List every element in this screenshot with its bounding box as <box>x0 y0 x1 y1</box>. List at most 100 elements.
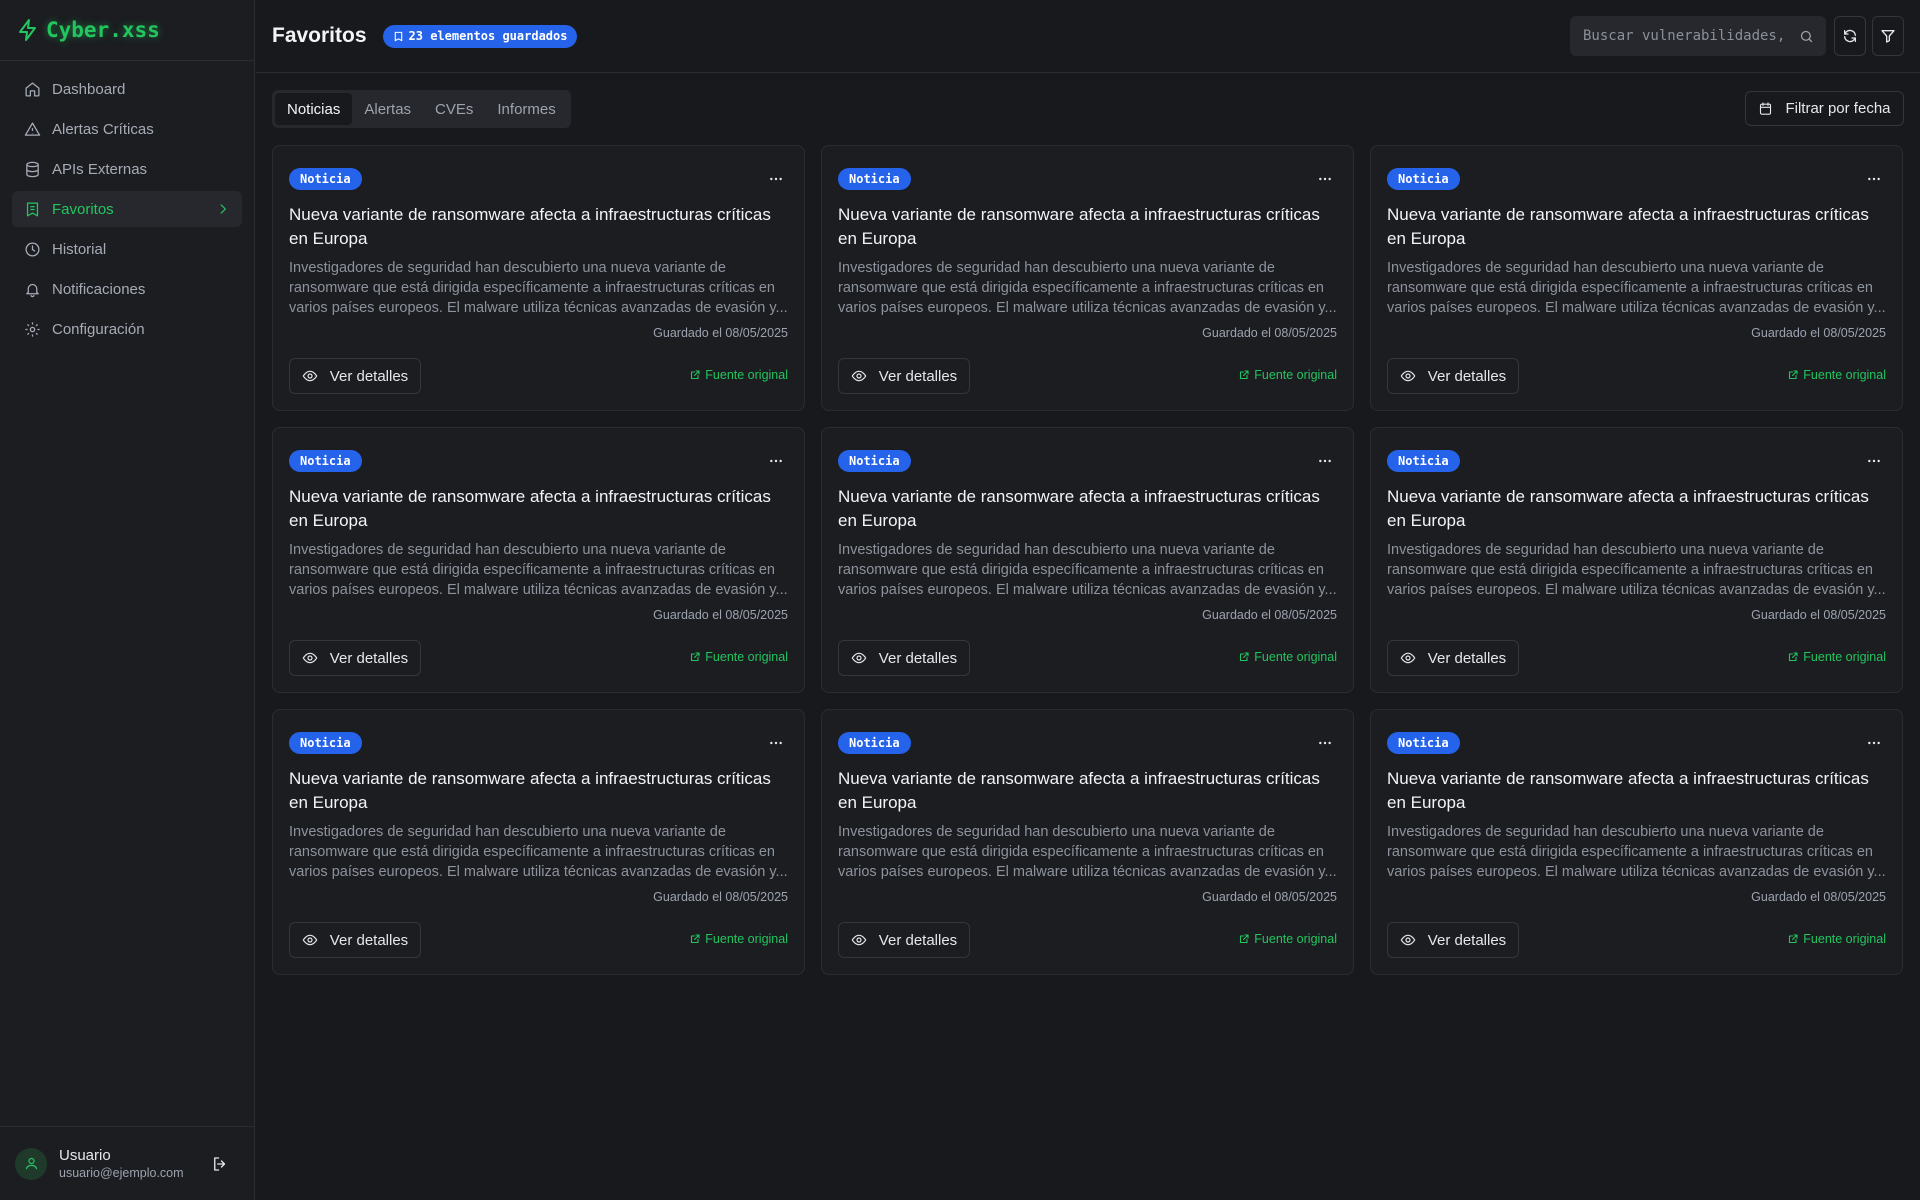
clock-icon <box>25 241 40 257</box>
more-options-button[interactable] <box>764 168 788 190</box>
source-link[interactable]: Fuente original <box>1238 932 1337 946</box>
more-options-button[interactable] <box>1862 732 1886 754</box>
card-title[interactable]: Nueva variante de ransomware afecta a in… <box>289 203 788 251</box>
more-options-button[interactable] <box>1862 168 1886 190</box>
favorite-card: Noticia Nueva variante de ransomware afe… <box>821 427 1354 693</box>
card-title[interactable]: Nueva variante de ransomware afecta a in… <box>1387 203 1886 251</box>
tab-alertas[interactable]: Alertas <box>352 93 423 125</box>
more-options-button[interactable] <box>1313 732 1337 754</box>
saved-count-label: 23 elementos guardados <box>408 29 568 43</box>
card-title[interactable]: Nueva variante de ransomware afecta a in… <box>1387 485 1886 533</box>
card-title[interactable]: Nueva variante de ransomware afecta a in… <box>838 485 1337 533</box>
favorite-card: Noticia Nueva variante de ransomware afe… <box>1370 709 1903 975</box>
view-details-label: Ver detalles <box>878 649 958 667</box>
view-details-label: Ver detalles <box>878 367 958 385</box>
view-details-button[interactable]: Ver detalles <box>838 922 970 958</box>
external-link-icon <box>691 934 700 944</box>
source-link[interactable]: Fuente original <box>689 650 788 664</box>
more-horizontal-icon <box>1319 459 1331 463</box>
source-link[interactable]: Fuente original <box>1238 368 1337 382</box>
view-details-button[interactable]: Ver detalles <box>289 640 421 676</box>
avatar[interactable] <box>15 1147 47 1180</box>
source-link[interactable]: Fuente original <box>689 932 788 946</box>
source-link[interactable]: Fuente original <box>1787 932 1886 946</box>
eye-icon <box>302 934 318 946</box>
source-link[interactable]: Fuente original <box>1787 368 1886 382</box>
sidebar-item-dashboard[interactable]: Dashboard <box>12 71 242 107</box>
sidebar-item-label: Dashboard <box>52 80 126 98</box>
external-link-icon <box>1789 934 1798 944</box>
view-details-button[interactable]: Ver detalles <box>1387 922 1519 958</box>
more-options-button[interactable] <box>764 732 788 754</box>
source-link-label: Fuente original <box>705 932 788 946</box>
view-details-label: Ver detalles <box>1427 367 1507 385</box>
external-link-icon <box>1240 370 1249 380</box>
view-details-button[interactable]: Ver detalles <box>289 922 421 958</box>
source-link[interactable]: Fuente original <box>1787 650 1886 664</box>
view-details-label: Ver detalles <box>329 649 409 667</box>
date-filter-button[interactable]: Filtrar por fecha <box>1745 91 1904 126</box>
more-horizontal-icon <box>1868 177 1880 181</box>
chevron-right-icon <box>220 204 227 214</box>
view-details-button[interactable]: Ver detalles <box>289 358 421 394</box>
sidebar-item-label: Configuración <box>52 320 145 338</box>
more-horizontal-icon <box>770 741 782 745</box>
sidebar-item-notificaciones[interactable]: Notificaciones <box>12 271 242 307</box>
alert-triangle-icon <box>24 121 41 136</box>
card-description: Investigadores de seguridad han descubie… <box>289 260 788 316</box>
view-details-button[interactable]: Ver detalles <box>1387 640 1519 676</box>
sidebar-item-favoritos[interactable]: Favoritos <box>12 191 242 227</box>
brand[interactable]: Cyber.xss <box>0 0 254 61</box>
tab-cves[interactable]: CVEs <box>423 93 485 125</box>
tab-noticias[interactable]: Noticias <box>275 93 353 125</box>
external-link-icon <box>691 652 700 662</box>
sidebar-item-apis-externas[interactable]: APIs Externas <box>12 151 242 187</box>
sidebar-item-label: Notificaciones <box>52 280 146 298</box>
source-link[interactable]: Fuente original <box>1238 650 1337 664</box>
external-link-icon <box>1240 934 1249 944</box>
eye-icon <box>851 652 867 664</box>
card-title[interactable]: Nueva variante de ransomware afecta a in… <box>289 767 788 815</box>
source-link-label: Fuente original <box>705 650 788 664</box>
tab-informes[interactable]: Informes <box>485 93 567 125</box>
bookmark-icon <box>26 201 39 217</box>
view-details-label: Ver detalles <box>878 931 958 949</box>
more-horizontal-icon <box>1868 741 1880 745</box>
external-link-icon <box>1240 652 1249 662</box>
refresh-icon <box>1844 29 1856 43</box>
sidebar-item-label: Favoritos <box>52 200 114 218</box>
more-options-button[interactable] <box>1862 450 1886 472</box>
saved-date: Guardado el 08/05/2025 <box>653 326 788 340</box>
saved-date: Guardado el 08/05/2025 <box>1751 608 1886 622</box>
category-badge: Noticia <box>289 450 362 472</box>
card-title[interactable]: Nueva variante de ransomware afecta a in… <box>289 485 788 533</box>
refresh-button[interactable] <box>1834 16 1866 56</box>
category-badge: Noticia <box>289 168 362 190</box>
category-badge: Noticia <box>1387 450 1460 472</box>
view-details-button[interactable]: Ver detalles <box>838 640 970 676</box>
card-title[interactable]: Nueva variante de ransomware afecta a in… <box>838 767 1337 815</box>
view-details-button[interactable]: Ver detalles <box>1387 358 1519 394</box>
favorite-card: Noticia Nueva variante de ransomware afe… <box>821 709 1354 975</box>
sidebar-item-historial[interactable]: Historial <box>12 231 242 267</box>
more-horizontal-icon <box>770 177 782 181</box>
more-horizontal-icon <box>1868 459 1880 463</box>
card-title[interactable]: Nueva variante de ransomware afecta a in… <box>1387 767 1886 815</box>
more-options-button[interactable] <box>1313 450 1337 472</box>
sidebar-item-alertas-criticas[interactable]: Alertas Críticas <box>12 111 242 147</box>
more-options-button[interactable] <box>1313 168 1337 190</box>
saved-date: Guardado el 08/05/2025 <box>1202 890 1337 904</box>
search-input[interactable] <box>1583 28 1793 44</box>
sidebar-item-configuracion[interactable]: Configuración <box>12 311 242 347</box>
home-icon <box>25 81 40 97</box>
page-title: Favoritos <box>272 24 367 47</box>
filter-button[interactable] <box>1872 16 1904 56</box>
source-link[interactable]: Fuente original <box>689 368 788 382</box>
favorite-card: Noticia Nueva variante de ransomware afe… <box>1370 427 1903 693</box>
logout-icon[interactable] <box>211 1155 229 1173</box>
search-icon[interactable] <box>1799 29 1814 44</box>
source-link-label: Fuente original <box>1803 650 1886 664</box>
card-title[interactable]: Nueva variante de ransomware afecta a in… <box>838 203 1337 251</box>
view-details-button[interactable]: Ver detalles <box>838 358 970 394</box>
more-options-button[interactable] <box>764 450 788 472</box>
